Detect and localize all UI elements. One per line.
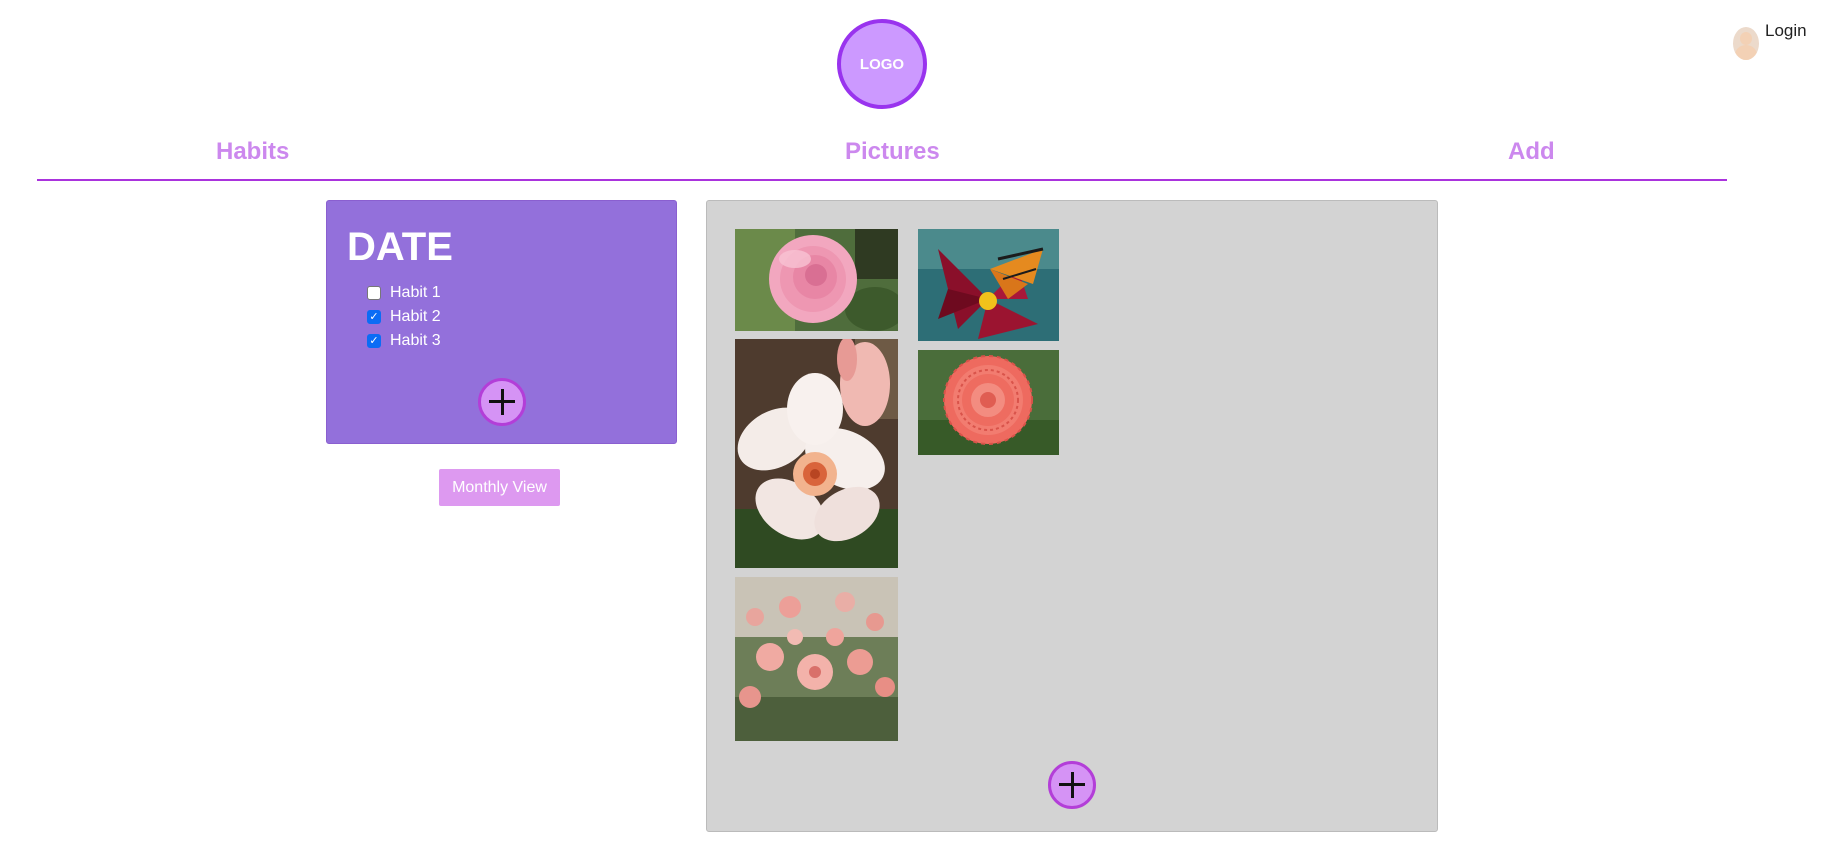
- habits-card: DATE Habit 1 ✓ Habit 2 ✓ Habit 3: [326, 200, 677, 444]
- habit-item: Habit 1: [367, 281, 441, 305]
- tab-pictures[interactable]: Pictures: [845, 138, 940, 166]
- pink-camellia-photo[interactable]: [735, 229, 898, 331]
- habit-item: ✓ Habit 3: [367, 329, 441, 353]
- tab-add[interactable]: Add: [1508, 138, 1555, 166]
- logo: LOGO: [837, 19, 927, 109]
- habit-label: Habit 2: [390, 308, 441, 325]
- pink-dahlia-photo[interactable]: [918, 350, 1059, 455]
- dahlia-field-photo[interactable]: [735, 577, 898, 741]
- nav-divider: [37, 179, 1727, 181]
- add-picture-button[interactable]: [1048, 761, 1096, 809]
- red-flower-with-butterfly-photo[interactable]: [918, 229, 1059, 341]
- login-label: Login: [1765, 21, 1807, 40]
- pictures-panel: [706, 200, 1438, 832]
- habit-label: Habit 3: [390, 332, 441, 349]
- login-button[interactable]: Login: [1733, 21, 1807, 60]
- habit-checkbox[interactable]: [367, 286, 381, 300]
- add-habit-button[interactable]: [478, 378, 526, 426]
- habit-label: Habit 1: [390, 284, 441, 301]
- date-heading: DATE: [347, 225, 453, 269]
- avatar-icon: [1733, 27, 1759, 60]
- logo-text: LOGO: [859, 55, 905, 73]
- white-plumeria-photo[interactable]: [735, 339, 898, 568]
- habit-item: ✓ Habit 2: [367, 305, 441, 329]
- tab-habits[interactable]: Habits: [216, 138, 289, 166]
- habit-checkbox[interactable]: ✓: [367, 334, 381, 348]
- habit-checkbox[interactable]: ✓: [367, 310, 381, 324]
- monthly-view-button[interactable]: Monthly View: [439, 469, 560, 506]
- habit-list: Habit 1 ✓ Habit 2 ✓ Habit 3: [367, 281, 441, 353]
